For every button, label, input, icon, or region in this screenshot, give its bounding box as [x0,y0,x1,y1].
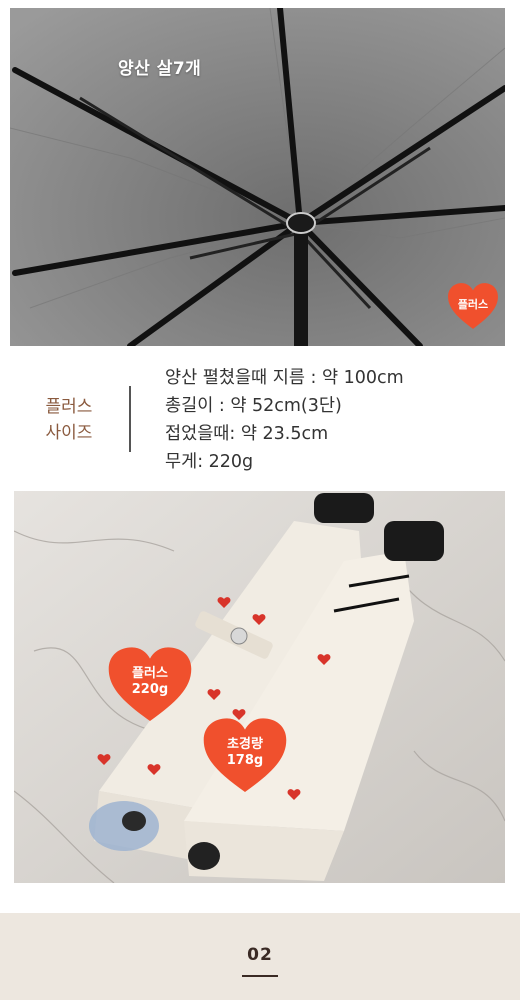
section-number: 02 [247,945,273,965]
badge-label: 플러스 220g [132,666,168,699]
spec-label-line1: 플러스 [45,397,93,417]
size-spec-section: 플러스 사이즈 양산 펼쳤을때 지름 : 약 100cm 총길이 : 약 52c… [0,346,520,491]
spec-line-folded: 접었을때: 약 23.5cm [165,424,329,444]
section-footer: 02 [0,913,520,1000]
spec-divider [129,386,131,452]
badge-label: 플러스 [457,298,489,312]
badge-name: 플러스 [132,665,168,681]
spec-label: 플러스 사이즈 [30,394,108,446]
badge-weight: 220g [131,682,169,697]
umbrella-ribs-photo: 양산 살7개 [10,8,505,346]
plus-heart-badge: 플러스 [447,281,499,333]
spec-line-length: 총길이 : 약 52cm(3단) [165,396,342,416]
spec-line-diameter: 양산 펼쳤을때 지름 : 약 100cm [165,368,404,388]
section-underline [242,975,278,977]
badge-name: 초경량 [227,736,263,752]
badge-weight: 178g [226,753,264,768]
spec-lines: 양산 펼쳤을때 지름 : 약 100cm 총길이 : 약 52cm(3단) 접었… [165,364,404,476]
folded-umbrellas-photo [14,491,505,883]
ultralight-weight-heart-badge: 초경량 178g [202,716,288,796]
ribs-caption: 양산 살7개 [118,59,202,79]
plus-weight-heart-badge: 플러스 220g [107,645,193,725]
spec-label-line2: 사이즈 [45,423,93,443]
badge-label: 초경량 178g [227,737,263,770]
spec-line-weight: 무게: 220g [165,452,254,472]
